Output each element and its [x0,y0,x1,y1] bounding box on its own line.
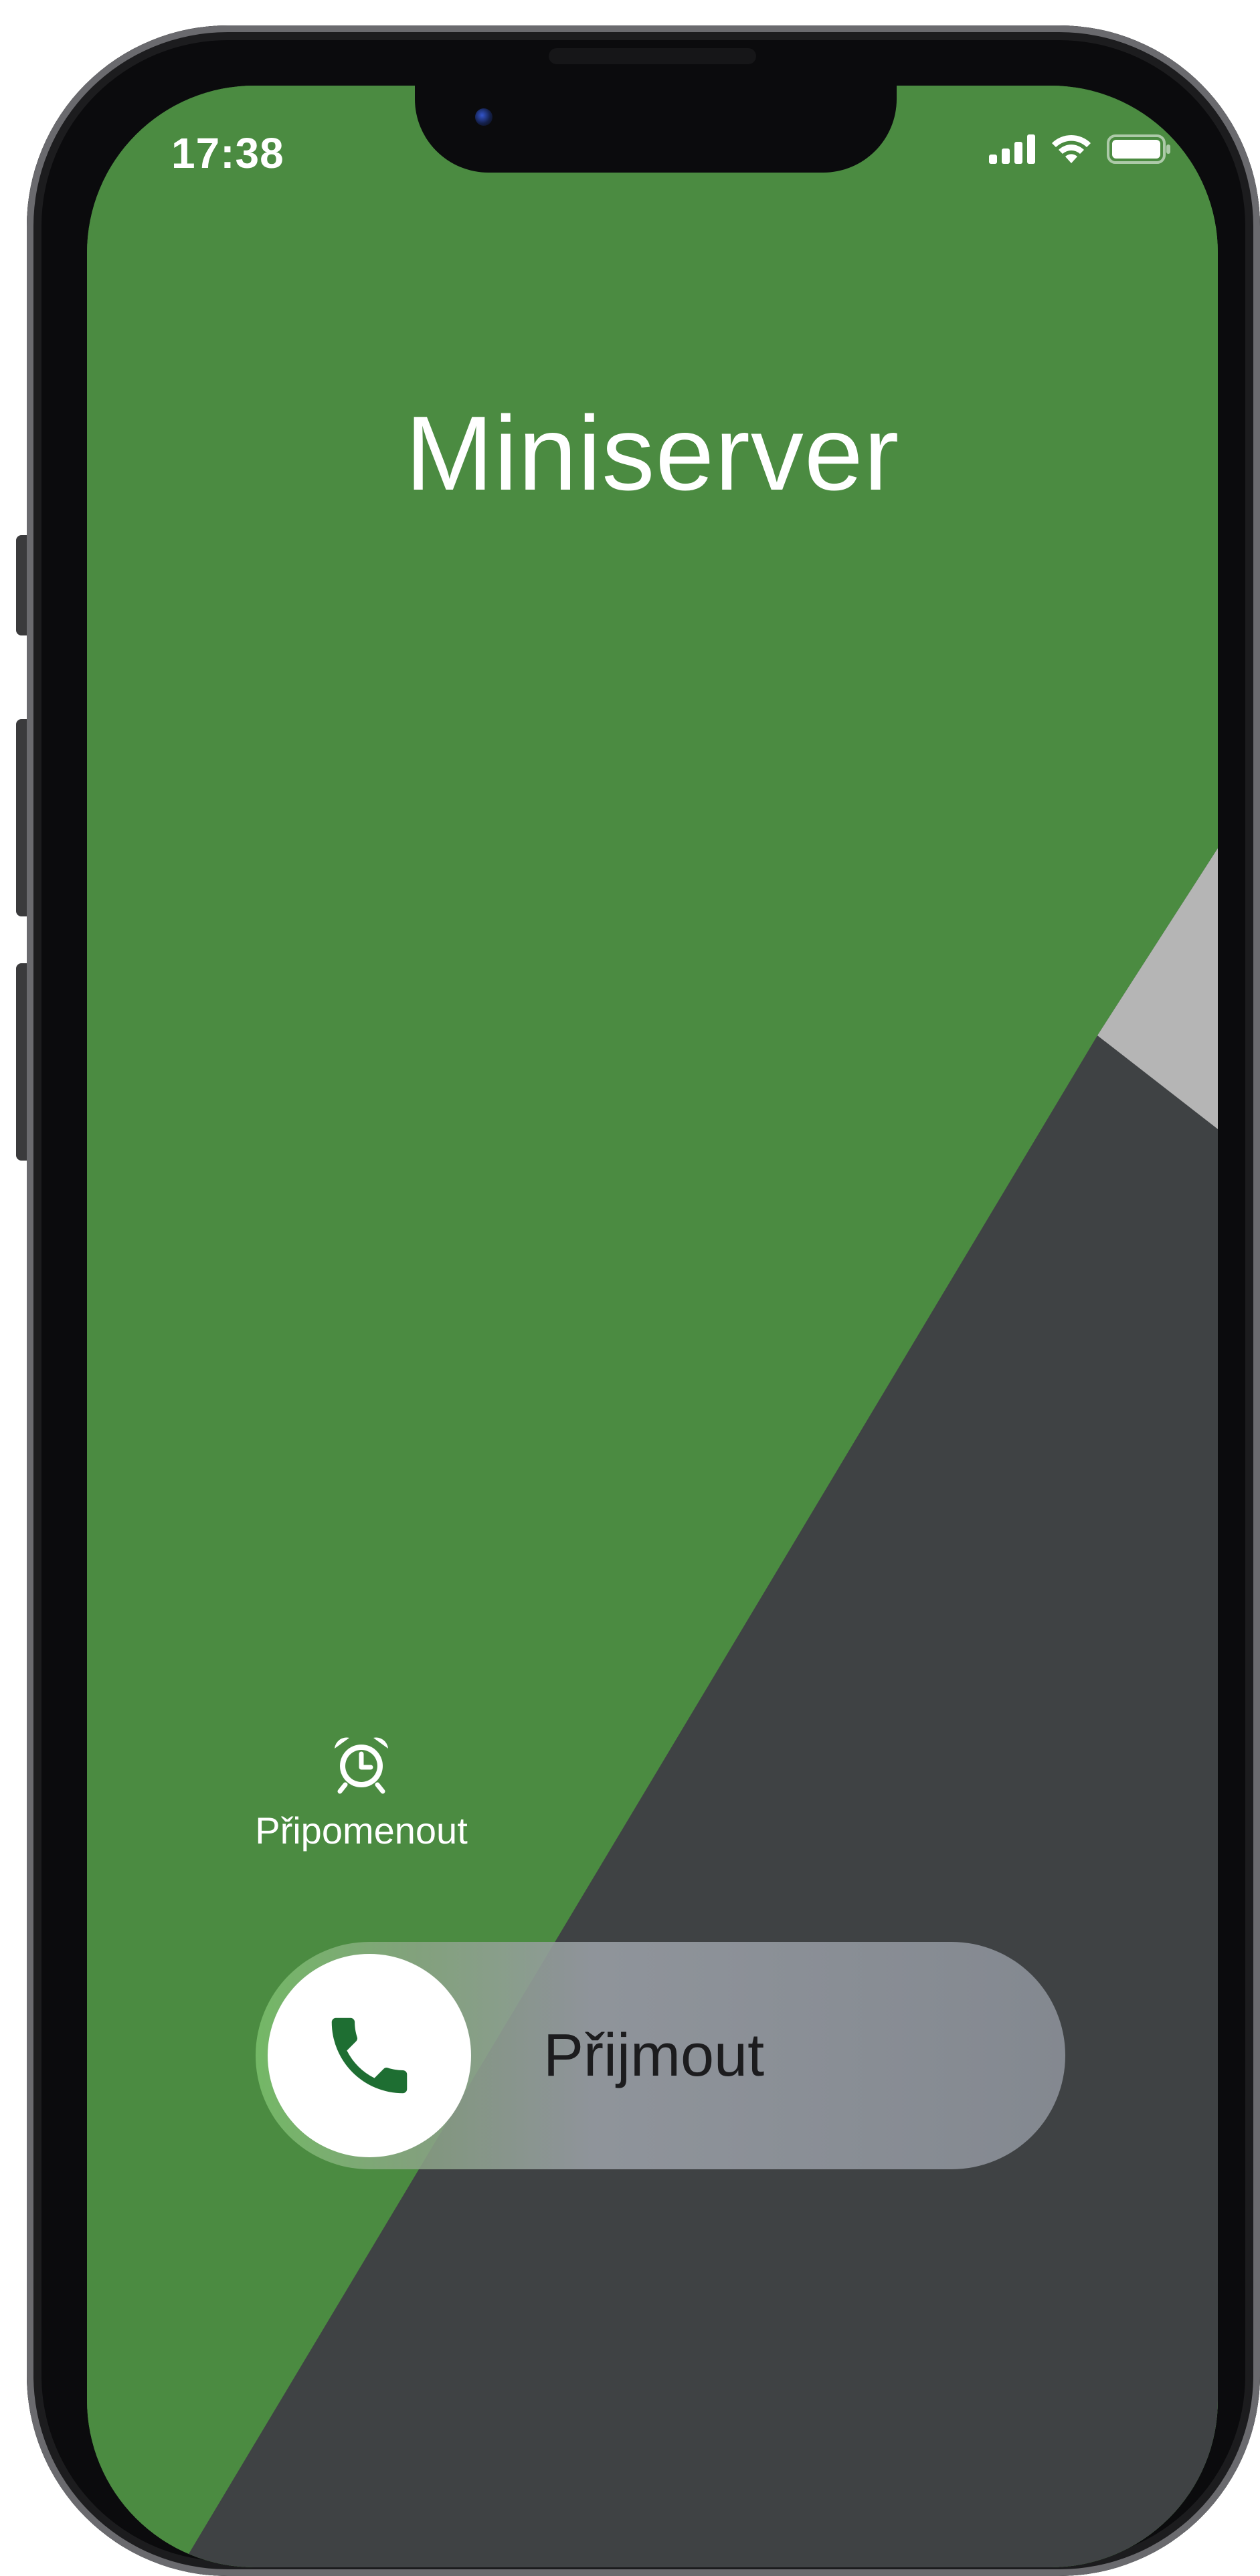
phone-icon [331,2017,408,2094]
status-time: 17:38 [171,129,284,177]
earpiece-speaker [549,48,756,64]
cellular-signal-icon [989,134,1035,164]
slide-to-answer[interactable]: Přijmout [256,1942,1065,2169]
front-camera [475,108,492,126]
notch [415,86,897,173]
alarm-clock-icon [335,1737,388,1794]
volume-up-button [16,719,27,916]
silent-switch [16,535,27,635]
remind-me-label: Připomenout [255,1809,468,1852]
answer-slider-knob[interactable] [268,1954,471,2157]
status-icons [989,134,1171,165]
battery-icon [1107,134,1170,164]
answer-label: Přijmout [543,2022,765,2089]
wifi-icon [1052,134,1091,163]
incoming-call-screen: 17:38 Miniserver Připomenout Přijmout [87,86,1218,2567]
caller-name: Miniserver [405,395,900,512]
remind-me-button[interactable]: Připomenout [234,1731,488,1852]
volume-down-button [16,963,27,1161]
